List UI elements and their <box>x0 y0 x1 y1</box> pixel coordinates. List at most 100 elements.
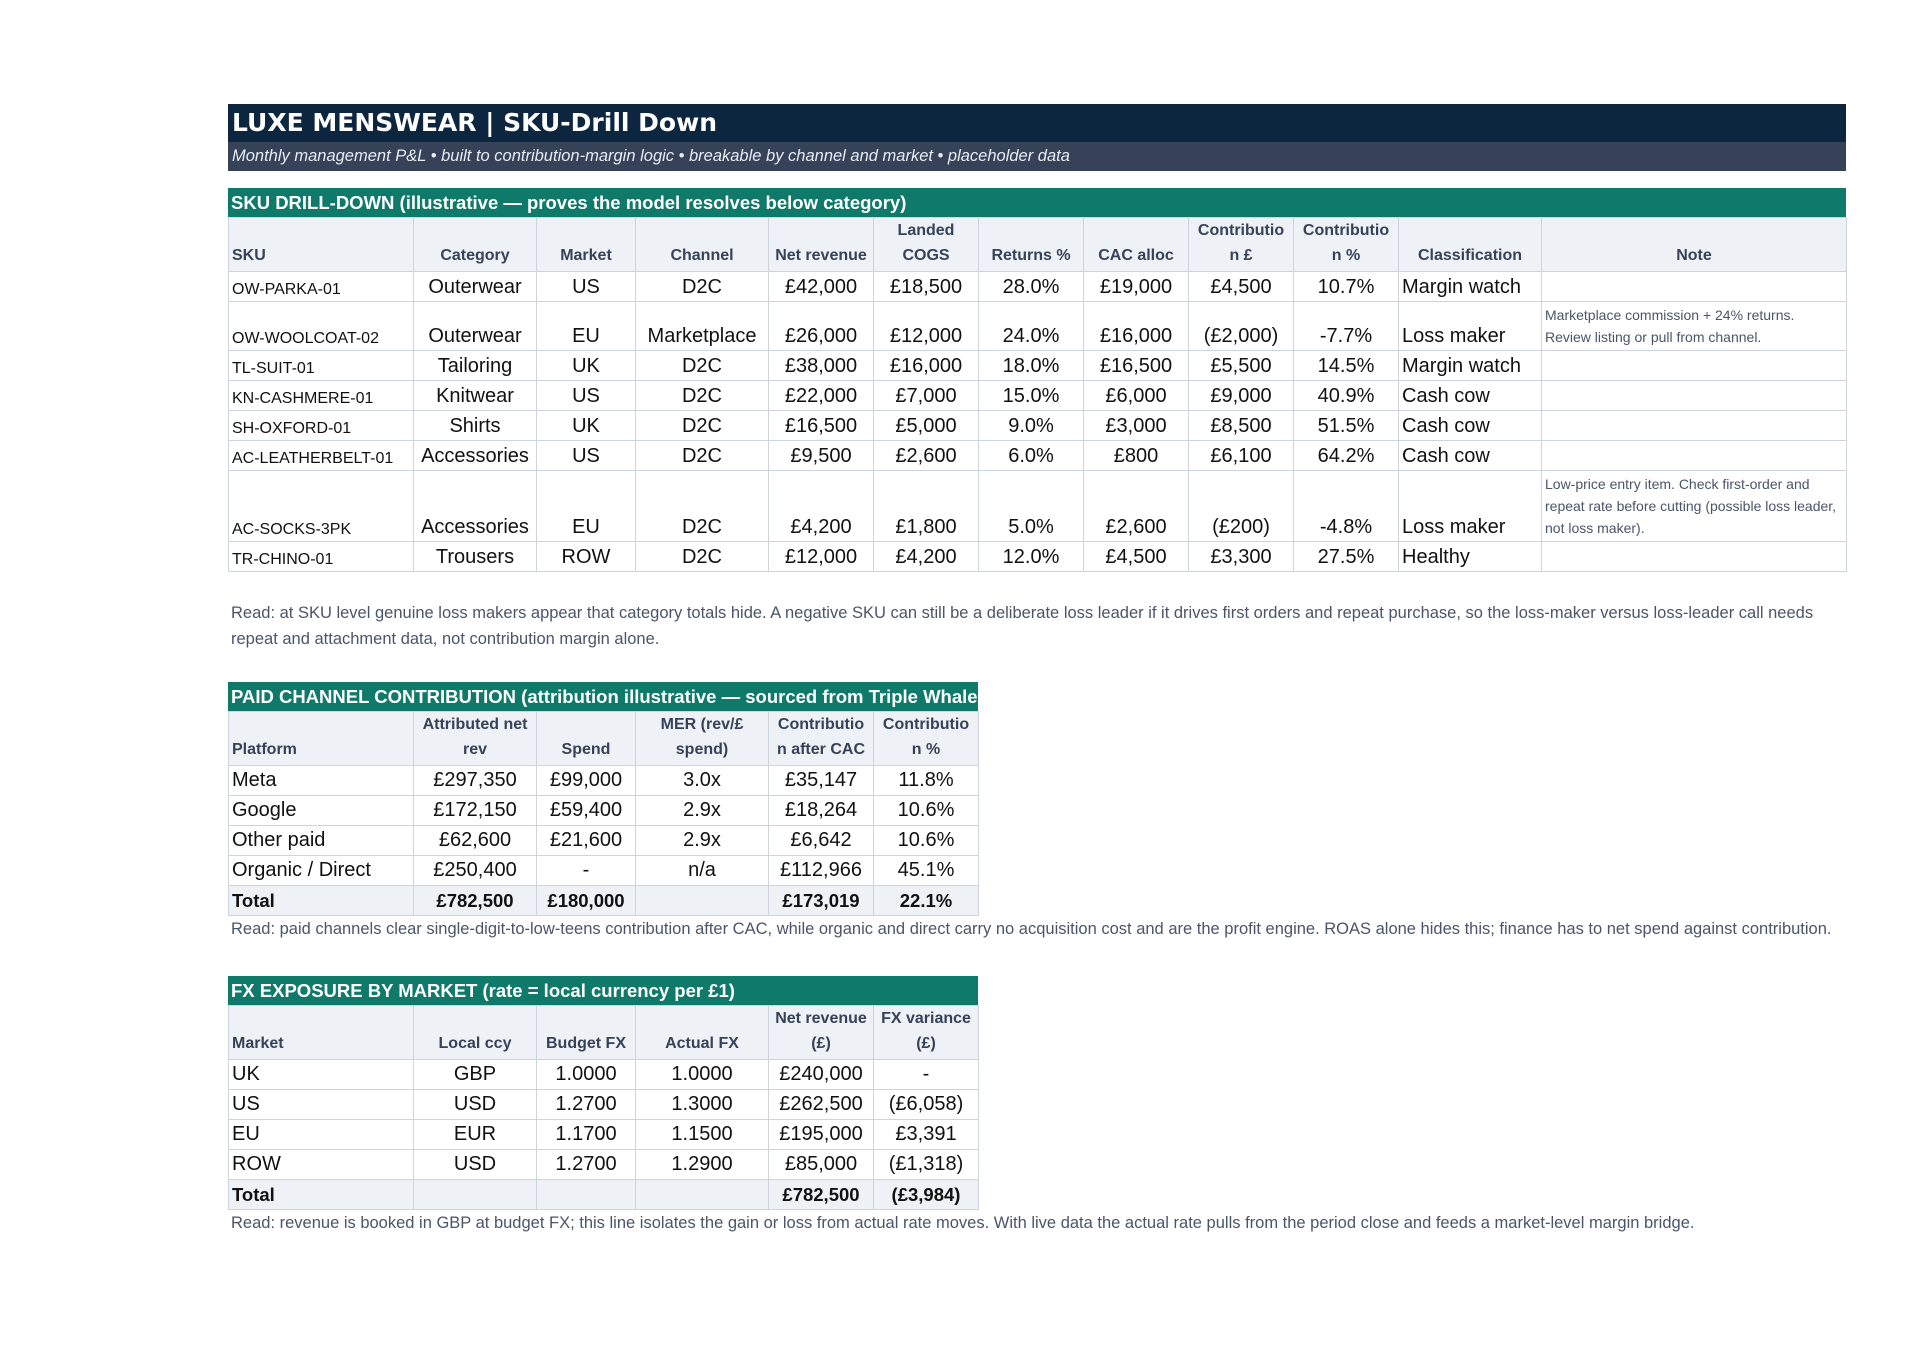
table-row: Google £172,150 £59,400 2.9x £18,264 10.6% <box>228 795 979 826</box>
cell-fx-variance: (£6,058) <box>873 1089 979 1120</box>
cell-contributio-n: 27.5% <box>1293 541 1399 572</box>
column-header-contributio-n: Contributio n £ <box>1188 217 1294 272</box>
cell-note: Marketplace commission + 24% returns. Re… <box>1541 301 1847 351</box>
column-header-returns: Returns % <box>978 217 1084 272</box>
cell-attributed-net-rev: £62,600 <box>413 825 537 856</box>
cell-returns: 24.0% <box>978 301 1084 351</box>
cell-cac-alloc: £16,000 <box>1083 301 1189 351</box>
cell-returns: 6.0% <box>978 440 1084 471</box>
cell-classification: Margin watch <box>1398 350 1542 381</box>
table-row: OW-PARKA-01 Outerwear US D2C £42,000 £18,500 2… <box>228 271 1847 302</box>
cell-landed-cogs: £12,000 <box>873 301 979 351</box>
cell-note <box>1541 440 1847 471</box>
cell-category: Outerwear <box>413 271 537 302</box>
cell-channel: Marketplace <box>635 301 769 351</box>
column-header-market: Market <box>228 1005 414 1060</box>
cell-attributed-net-rev: £297,350 <box>413 765 537 796</box>
cell-platform: Meta <box>228 765 414 796</box>
cell-contributio-n: 10.6% <box>873 825 979 856</box>
cell-contributio-n: 11.8% <box>873 765 979 796</box>
cell-contributio-n: £6,100 <box>1188 440 1294 471</box>
cell-platform: Organic / Direct <box>228 855 414 886</box>
cell-landed-cogs: £16,000 <box>873 350 979 381</box>
cell-fx-variance: (£1,318) <box>873 1149 979 1180</box>
cell-category: Outerwear <box>413 301 537 351</box>
cell-category: Trousers <box>413 541 537 572</box>
cell-landed-cogs: £7,000 <box>873 380 979 411</box>
cell-mer-rev-spend: 3.0x <box>635 765 769 796</box>
cell-net-revenue: £195,000 <box>768 1119 874 1150</box>
table-row: UK GBP 1.0000 1.0000 £240,000- <box>228 1059 979 1090</box>
total-cell-spend: £180,000 <box>536 885 636 916</box>
cell-net-revenue: £85,000 <box>768 1149 874 1180</box>
cell-local-ccy: USD <box>413 1089 537 1120</box>
fx-read-note: Read: revenue is booked in GBP at budget… <box>231 1214 1695 1232</box>
cell-market: EU <box>536 301 636 351</box>
column-header-contributio-n: Contributio n % <box>873 711 979 766</box>
total-cell-contributio-n: 22.1% <box>873 885 979 916</box>
cell-sku: TL-SUIT-01 <box>228 350 414 381</box>
column-header-category: Category <box>413 217 537 272</box>
total-row: Total £782,500 £180,000 £173,019 22.1% <box>228 885 979 916</box>
cell-landed-cogs: £2,600 <box>873 440 979 471</box>
cell-returns: 28.0% <box>978 271 1084 302</box>
total-cell-attributed-net-rev: £782,500 <box>413 885 537 916</box>
column-header-net-revenue: Net revenue (£) <box>768 1005 874 1060</box>
column-header-cac-alloc: CAC alloc <box>1083 217 1189 272</box>
cell-net-revenue: £262,500 <box>768 1089 874 1120</box>
cell-note <box>1541 271 1847 302</box>
table-row: AC-LEATHERBELT-01 Accessories US D2C £9,500 £… <box>228 440 1847 471</box>
cell-sku: OW-PARKA-01 <box>228 271 414 302</box>
cell-budget-fx: 1.2700 <box>536 1089 636 1120</box>
cell-fx-variance: - <box>873 1059 979 1090</box>
table-row: TR-CHINO-01 Trousers ROW D2C £12,000 £4,200 12… <box>228 541 1847 572</box>
cell-sku: TR-CHINO-01 <box>228 541 414 572</box>
cell-channel: D2C <box>635 470 769 542</box>
total-cell-fx-variance: (£3,984) <box>873 1179 979 1210</box>
table-row: Other paid £62,600 £21,600 2.9x £6,642 10.6% <box>228 825 979 856</box>
cell-attributed-net-rev: £250,400 <box>413 855 537 886</box>
report-subtitle: Monthly management P&L • built to contri… <box>228 142 1846 171</box>
cell-classification: Healthy <box>1398 541 1542 572</box>
cell-market: ROW <box>228 1149 414 1180</box>
cell-market: ROW <box>536 541 636 572</box>
cell-spend: - <box>536 855 636 886</box>
column-header-budget-fx: Budget FX <box>536 1005 636 1060</box>
column-header-note: Note <box>1541 217 1847 272</box>
cell-market: EU <box>228 1119 414 1150</box>
cell-landed-cogs: £1,800 <box>873 470 979 542</box>
cell-actual-fx: 1.3000 <box>635 1089 769 1120</box>
cell-channel: D2C <box>635 350 769 381</box>
cell-market: EU <box>536 470 636 542</box>
cell-contributio-n: £4,500 <box>1188 271 1294 302</box>
cell-note: Low-price entry item. Check first-order … <box>1541 470 1847 542</box>
cell-sku: AC-SOCKS-3PK <box>228 470 414 542</box>
column-header-net-revenue: Net revenue <box>768 217 874 272</box>
total-cell-net-revenue: £782,500 <box>768 1179 874 1210</box>
cell-actual-fx: 1.0000 <box>635 1059 769 1090</box>
cell-note <box>1541 380 1847 411</box>
cell-cac-alloc: £19,000 <box>1083 271 1189 302</box>
cell-budget-fx: 1.2700 <box>536 1149 636 1180</box>
cell-contributio-n: 45.1% <box>873 855 979 886</box>
column-header-attributed-net-rev: Attributed net rev <box>413 711 537 766</box>
cell-classification: Cash cow <box>1398 440 1542 471</box>
cell-net-revenue: £4,200 <box>768 470 874 542</box>
paid-section-title: PAID CHANNEL CONTRIBUTION (attribution i… <box>228 682 978 711</box>
cell-category: Shirts <box>413 410 537 441</box>
cell-budget-fx: 1.0000 <box>536 1059 636 1090</box>
cell-contributio-n-after-cac: £112,966 <box>768 855 874 886</box>
cell-cac-alloc: £800 <box>1083 440 1189 471</box>
sku-section-title: SKU DRILL-DOWN (illustrative — proves th… <box>228 188 1846 217</box>
column-header-channel: Channel <box>635 217 769 272</box>
cell-contributio-n: £9,000 <box>1188 380 1294 411</box>
column-header-contributio-n: Contributio n % <box>1293 217 1399 272</box>
cell-landed-cogs: £5,000 <box>873 410 979 441</box>
table-row: OW-WOOLCOAT-02 Outerwear EU Marketplace £26,… <box>228 301 1847 351</box>
cell-budget-fx: 1.1700 <box>536 1119 636 1150</box>
cell-channel: D2C <box>635 380 769 411</box>
fx-section-title: FX EXPOSURE BY MARKET (rate = local curr… <box>228 976 978 1005</box>
cell-category: Accessories <box>413 470 537 542</box>
cell-mer-rev-spend: 2.9x <box>635 825 769 856</box>
table-row: ROW USD 1.2700 1.2900 £85,000 (£1,318) <box>228 1149 979 1180</box>
